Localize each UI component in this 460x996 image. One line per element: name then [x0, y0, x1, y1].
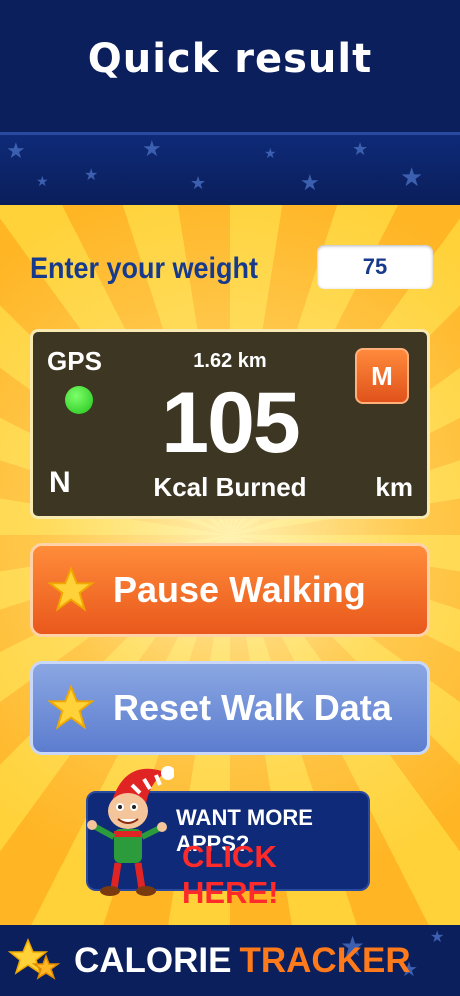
ad-cta: CLICK HERE!: [182, 839, 279, 910]
logo-text-tracker: TRACKER: [239, 941, 411, 980]
star-icon: ★: [84, 165, 99, 184]
unit-label: km: [375, 472, 413, 502]
star-icon: ★: [6, 139, 26, 164]
star-icon: ★: [36, 174, 49, 190]
star-icon: ★: [142, 137, 162, 162]
main-content: Enter your weight GPS N 1.62 km 105 Kcal…: [0, 205, 460, 925]
footer-bar: ★ ★ ★ CALORIE TRACKER: [0, 925, 460, 996]
reset-walk-data-button[interactable]: Reset Walk Data: [30, 661, 430, 755]
weight-input[interactable]: [317, 245, 433, 289]
star-icon: ★: [430, 927, 445, 946]
star-icon: [47, 566, 95, 612]
logo-text-calorie: CALORIE: [74, 941, 232, 980]
mode-button[interactable]: M: [355, 348, 409, 404]
more-apps-banner[interactable]: WANT MORE APPS? CLICK HERE!: [86, 766, 370, 910]
reset-walk-data-label: Reset Walk Data: [113, 687, 392, 728]
stars-decoration-band: ★ ★ ★ ★ ★ ★ ★ ★ ★: [0, 135, 460, 205]
app-logo: CALORIE TRACKER: [8, 929, 411, 993]
star-icon: ★: [400, 163, 424, 193]
star-icon: ★: [190, 173, 207, 194]
weight-label: Enter your weight: [30, 251, 259, 285]
tracker-panel: GPS N 1.62 km 105 Kcal Burned km M: [30, 329, 430, 519]
elf-mascot-icon: [87, 766, 174, 896]
star-icon: ★: [300, 171, 320, 196]
star-icon: ★: [264, 146, 277, 162]
header-bar: Quick result: [0, 0, 460, 135]
kcal-label: Kcal Burned: [153, 472, 307, 502]
star-icon: [47, 684, 95, 730]
logo-stars-icon: [8, 938, 61, 980]
star-icon: ★: [352, 139, 369, 160]
pause-walking-button[interactable]: Pause Walking: [30, 543, 430, 637]
page-title: Quick result: [87, 36, 373, 82]
pause-walking-label: Pause Walking: [113, 569, 366, 610]
